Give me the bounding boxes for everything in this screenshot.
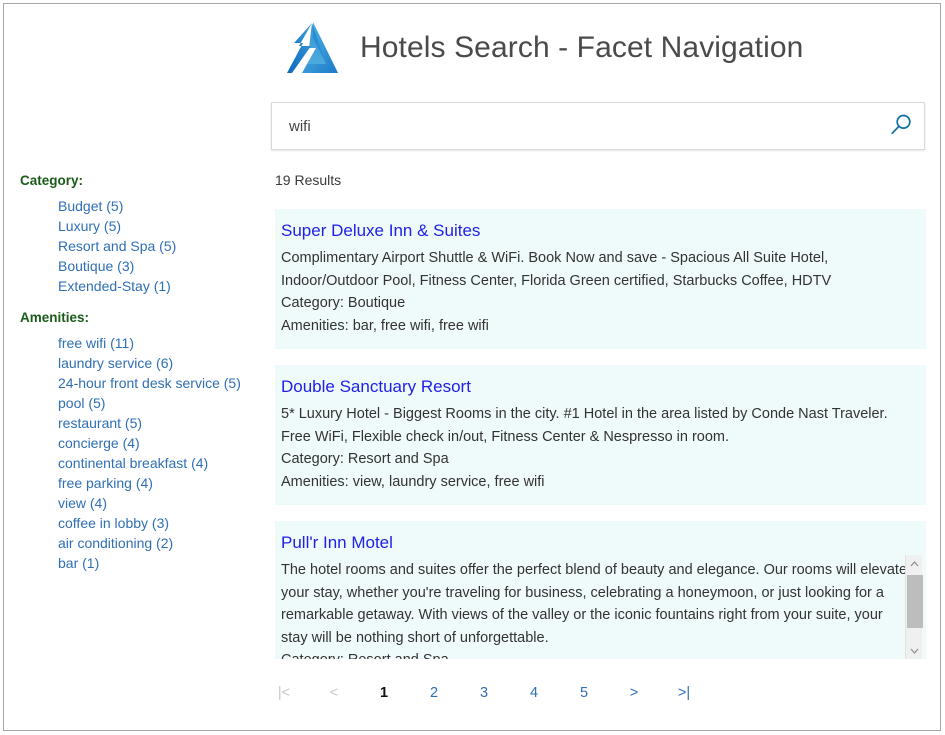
result-card[interactable]: Double Sanctuary Resort 5* Luxury Hotel … bbox=[275, 365, 926, 505]
search-input[interactable] bbox=[272, 103, 878, 149]
page-2[interactable]: 2 bbox=[409, 676, 459, 710]
chevron-down-icon[interactable] bbox=[906, 642, 922, 659]
result-description: The hotel rooms and suites offer the per… bbox=[281, 559, 912, 649]
results-scrollbar[interactable] bbox=[905, 555, 922, 659]
result-category: Category: Resort and Spa bbox=[281, 448, 912, 471]
facet-navigation: Category: Budget (5) Luxury (5) Resort a… bbox=[20, 172, 260, 573]
facet-item-resort-and-spa[interactable]: Resort and Spa (5) bbox=[58, 236, 260, 256]
azure-logo-icon bbox=[282, 17, 344, 79]
search-button[interactable] bbox=[878, 103, 924, 149]
facet-item-free-parking[interactable]: free parking (4) bbox=[58, 473, 260, 493]
facet-group-category: Category: Budget (5) Luxury (5) Resort a… bbox=[20, 172, 260, 296]
results-list: Super Deluxe Inn & Suites Complimentary … bbox=[275, 209, 926, 659]
result-description: 5* Luxury Hotel - Biggest Rooms in the c… bbox=[281, 403, 912, 448]
facet-heading-amenities: Amenities: bbox=[20, 309, 260, 327]
result-amenities: Amenities: view, laundry service, free w… bbox=[281, 471, 912, 494]
page-last[interactable]: >| bbox=[659, 676, 709, 710]
facet-item-24-hour-front-desk-service[interactable]: 24-hour front desk service (5) bbox=[58, 373, 260, 393]
result-title[interactable]: Super Deluxe Inn & Suites bbox=[281, 219, 480, 243]
facet-item-luxury[interactable]: Luxury (5) bbox=[58, 216, 260, 236]
chevron-up-icon[interactable] bbox=[906, 555, 922, 572]
facet-item-boutique[interactable]: Boutique (3) bbox=[58, 256, 260, 276]
page-prev[interactable]: < bbox=[309, 676, 359, 710]
facet-group-amenities: Amenities: free wifi (11) laundry servic… bbox=[20, 309, 260, 573]
result-title[interactable]: Pull'r Inn Motel bbox=[281, 531, 393, 555]
facet-item-continental-breakfast[interactable]: continental breakfast (4) bbox=[58, 453, 260, 473]
result-card[interactable]: Super Deluxe Inn & Suites Complimentary … bbox=[275, 209, 926, 349]
facet-list-amenities: free wifi (11) laundry service (6) 24-ho… bbox=[20, 333, 260, 573]
facet-item-bar[interactable]: bar (1) bbox=[58, 553, 260, 573]
result-amenities: Amenities: bar, free wifi, free wifi bbox=[281, 315, 912, 338]
page-4[interactable]: 4 bbox=[509, 676, 559, 710]
page-title: Hotels Search - Facet Navigation bbox=[360, 31, 803, 65]
pagination: |< < 1 2 3 4 5 > >| bbox=[259, 676, 709, 710]
app-window: Hotels Search - Facet Navigation Categor… bbox=[3, 3, 941, 731]
facet-item-restaurant[interactable]: restaurant (5) bbox=[58, 413, 260, 433]
facet-list-category: Budget (5) Luxury (5) Resort and Spa (5)… bbox=[20, 196, 260, 296]
search-icon bbox=[888, 112, 914, 141]
facet-item-air-conditioning[interactable]: air conditioning (2) bbox=[58, 533, 260, 553]
result-card[interactable]: Pull'r Inn Motel The hotel rooms and sui… bbox=[275, 521, 926, 659]
facet-item-extended-stay[interactable]: Extended-Stay (1) bbox=[58, 276, 260, 296]
scrollbar-thumb[interactable] bbox=[907, 575, 923, 628]
facet-item-laundry-service[interactable]: laundry service (6) bbox=[58, 353, 260, 373]
page-1[interactable]: 1 bbox=[359, 676, 409, 710]
facet-item-concierge[interactable]: concierge (4) bbox=[58, 433, 260, 453]
facet-heading-category: Category: bbox=[20, 172, 260, 190]
facet-item-pool[interactable]: pool (5) bbox=[58, 393, 260, 413]
search-bar bbox=[271, 102, 925, 150]
facet-item-budget[interactable]: Budget (5) bbox=[58, 196, 260, 216]
app-header: Hotels Search - Facet Navigation bbox=[269, 8, 929, 88]
page-3[interactable]: 3 bbox=[459, 676, 509, 710]
results-count: 19 Results bbox=[275, 172, 341, 188]
page-first[interactable]: |< bbox=[259, 676, 309, 710]
result-title[interactable]: Double Sanctuary Resort bbox=[281, 375, 471, 399]
result-category: Category: Boutique bbox=[281, 292, 912, 315]
result-description: Complimentary Airport Shuttle & WiFi. Bo… bbox=[281, 247, 912, 292]
facet-item-free-wifi[interactable]: free wifi (11) bbox=[58, 333, 260, 353]
result-category: Category: Resort and Spa bbox=[281, 649, 912, 659]
facet-item-view[interactable]: view (4) bbox=[58, 493, 260, 513]
facet-item-coffee-in-lobby[interactable]: coffee in lobby (3) bbox=[58, 513, 260, 533]
page-5[interactable]: 5 bbox=[559, 676, 609, 710]
page-next[interactable]: > bbox=[609, 676, 659, 710]
